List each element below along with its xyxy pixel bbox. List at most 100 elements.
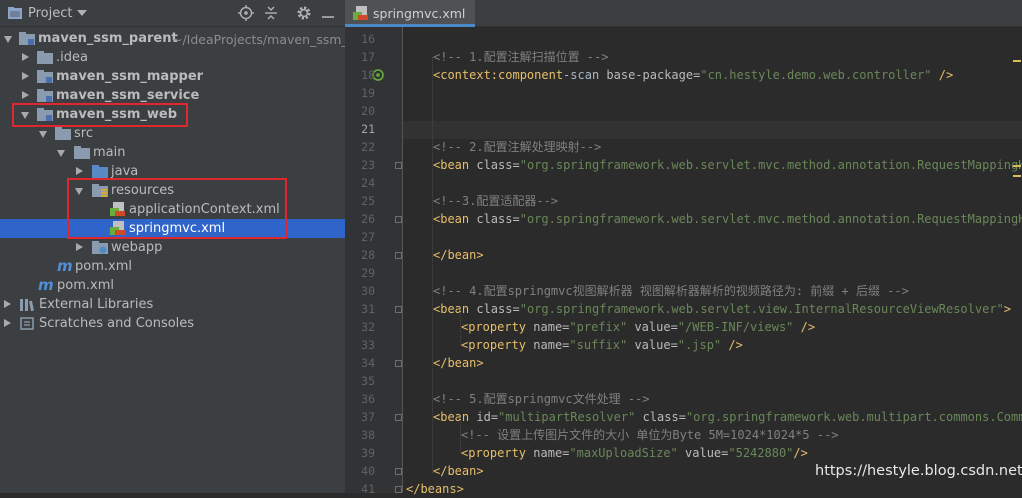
expanded-chevron-icon[interactable] (4, 36, 12, 43)
project-panel-header: Project (0, 0, 345, 27)
tree-item-label: springmvc.xml (129, 221, 226, 236)
indent-guide (460, 309, 462, 345)
locate-target-icon[interactable] (238, 5, 254, 21)
code-line: <property name="maxUploadSize" value="52… (461, 446, 808, 460)
line-number: 34 (361, 356, 375, 370)
line-number: 21 (361, 122, 375, 136)
tree-item-pom-xml-web[interactable]: m pom.xml (0, 257, 345, 276)
tree-item-maven-ssm-mapper[interactable]: maven_ssm_mapper (0, 67, 345, 86)
project-view-dropdown-icon[interactable] (77, 10, 87, 16)
module-folder-icon (37, 108, 53, 121)
line-number: 25 (361, 194, 375, 208)
line-number: 16 (361, 32, 375, 46)
line-number: 24 (361, 176, 375, 190)
tree-item-src[interactable]: src (0, 124, 345, 143)
line-number: 38 (361, 428, 375, 442)
tree-item-main[interactable]: main (0, 143, 345, 162)
error-stripe-mark (1013, 165, 1021, 167)
tree-item-label: resources (111, 183, 175, 198)
gear-icon[interactable] (296, 5, 312, 21)
indent-guide (460, 417, 462, 453)
web-folder-icon (92, 241, 108, 254)
spring-xml-file-icon (110, 221, 125, 235)
tree-item-webapp[interactable]: webapp (0, 238, 345, 257)
tree-item-maven-ssm-parent[interactable]: maven_ssm_parent ~/IdeaProjects/maven_ss… (0, 29, 356, 48)
tree-item-label: pom.xml (57, 278, 114, 293)
tab-springmvc-xml[interactable]: springmvc.xml (345, 0, 475, 27)
tree-item-label: src (74, 126, 93, 141)
collapsed-chevron-icon[interactable] (22, 53, 29, 61)
collapsed-chevron-icon[interactable] (76, 243, 83, 251)
tree-item-applicationcontext-xml[interactable]: applicationContext.xml (0, 200, 345, 219)
collapse-all-icon[interactable] (263, 5, 279, 21)
expanded-chevron-icon[interactable] (39, 131, 47, 138)
project-panel-title[interactable]: Project (28, 6, 72, 21)
line-number: 40 (361, 464, 375, 478)
collapsed-chevron-icon[interactable] (22, 72, 29, 80)
fold-marker-icon[interactable] (395, 162, 402, 169)
line-number: 30 (361, 284, 375, 298)
project-folder-icon (8, 7, 22, 19)
line-number: 23 (361, 158, 375, 172)
line-number: 17 (361, 50, 375, 64)
indent-guide (432, 57, 434, 473)
tree-item-label: .idea (56, 50, 88, 65)
tree-item-maven-ssm-service[interactable]: maven_ssm_service (0, 86, 345, 105)
libraries-icon (20, 299, 34, 312)
tree-item-resources[interactable]: resources (0, 181, 345, 200)
code-line: <bean class="org.springframework.web.ser… (433, 212, 1022, 226)
spring-xml-file-icon (110, 202, 125, 216)
code-line: <!-- 设置上传图片文件的大小 单位为Byte 5M=1024*1024*5 … (461, 428, 839, 442)
tree-item-pom-xml-parent[interactable]: m pom.xml (0, 276, 345, 295)
fold-marker-icon[interactable] (395, 216, 402, 223)
line-number: 37 (361, 410, 375, 424)
fold-marker-icon[interactable] (395, 414, 402, 421)
fold-marker-icon[interactable] (395, 306, 402, 313)
line-number: 35 (361, 374, 375, 388)
code-line: <context:component-scan base-package="cn… (433, 68, 954, 82)
folder-icon (55, 127, 71, 140)
line-number: 22 (361, 140, 375, 154)
fold-marker-icon[interactable] (395, 360, 402, 367)
expanded-chevron-icon[interactable] (57, 150, 65, 157)
code-line: <bean class="org.springframework.web.ser… (433, 302, 1012, 316)
maven-icon: m (38, 276, 54, 294)
module-folder-icon (37, 89, 53, 102)
tree-item-scratches-and-consoles[interactable]: Scratches and Consoles (0, 314, 345, 333)
tree-item-maven-ssm-web[interactable]: maven_ssm_web (0, 105, 345, 124)
project-panel: Project maven_ssm_parent ~/IdeaProjects/… (0, 0, 356, 493)
collapsed-chevron-icon[interactable] (4, 300, 11, 308)
line-number-gutter: 16 17 18 19 20 21 22 23 24 25 26 27 28 29 30 31 32 33 34 35… (345, 27, 403, 496)
tree-item-springmvc-xml[interactable]: springmvc.xml (0, 219, 345, 238)
expanded-chevron-icon[interactable] (21, 112, 29, 119)
fold-marker-icon[interactable] (395, 468, 402, 475)
code-line: </bean> (433, 356, 484, 370)
line-number: 28 (361, 248, 375, 262)
tree-item-label: webapp (111, 240, 163, 255)
line-number: 20 (361, 104, 375, 118)
tree-item-java[interactable]: java (0, 162, 345, 181)
source-folder-icon (92, 165, 108, 178)
line-number: 32 (361, 320, 375, 334)
fold-marker-icon[interactable] (395, 252, 402, 259)
module-folder-icon (19, 32, 35, 45)
line-number: 26 (361, 212, 375, 226)
line-number: 27 (361, 230, 375, 244)
tree-item-external-libraries[interactable]: External Libraries (0, 295, 345, 314)
expanded-chevron-icon[interactable] (75, 188, 83, 195)
code-line: <!-- 5.配置springmvc文件处理 --> (433, 392, 650, 406)
fold-marker-icon[interactable] (395, 486, 402, 493)
resources-folder-icon (92, 184, 108, 197)
collapsed-chevron-icon[interactable] (76, 167, 83, 175)
collapsed-chevron-icon[interactable] (22, 91, 29, 99)
collapsed-chevron-icon[interactable] (4, 319, 11, 327)
code-line: <bean class="org.springframework.web.ser… (433, 158, 1022, 172)
code-line: <bean id="multipartResolver" class="org.… (433, 410, 1022, 424)
folder-icon (37, 51, 53, 64)
line-number: 18 (361, 68, 375, 82)
hide-panel-icon[interactable] (320, 5, 336, 21)
tree-item-label: main (93, 145, 126, 160)
code-line: <!-- 2.配置注解处理映射--> (433, 140, 602, 154)
tree-item-idea[interactable]: .idea (0, 48, 345, 67)
error-stripe-mark (1013, 60, 1021, 62)
